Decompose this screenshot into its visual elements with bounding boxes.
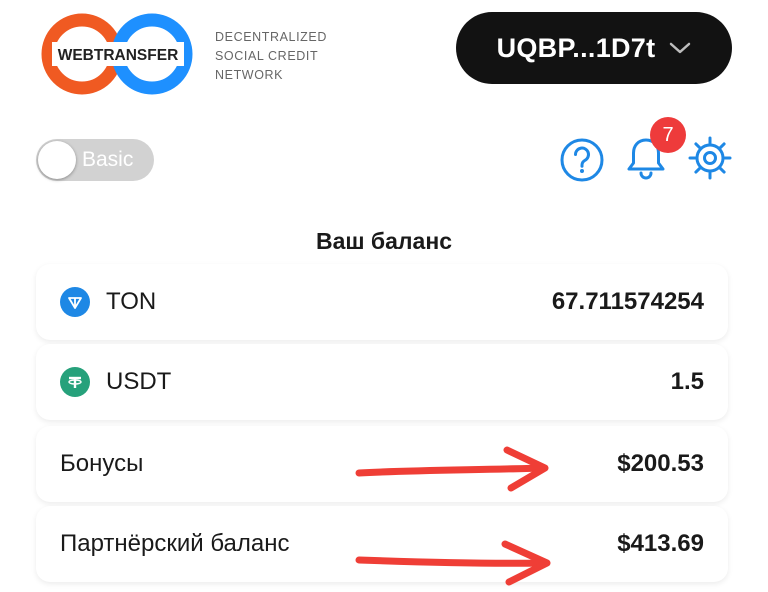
balance-row-ton[interactable]: TON 67.711574254 (36, 264, 728, 340)
tagline-line-2: SOCIAL CREDIT (215, 49, 319, 63)
balance-row-label: Бонусы (60, 450, 144, 477)
wallet-address: UQBP...1D7t (496, 32, 656, 63)
balance-title: Ваш баланс (315, 228, 453, 254)
mode-toggle[interactable]: Basic (36, 139, 154, 181)
logo-tagline: DECENTRALIZED SOCIAL CREDIT NETWORK (215, 28, 327, 85)
help-icon[interactable] (558, 136, 606, 184)
balance-row-label: Партнёрский баланс (60, 530, 290, 557)
balance-row-label: USDT (106, 368, 172, 395)
tagline-line-3: NETWORK (215, 68, 284, 82)
annotation-arrow-bonuses (355, 446, 549, 492)
mode-toggle-label: Basic (82, 148, 134, 171)
webtransfer-logo: WEBTRANSFER (41, 13, 193, 95)
balance-row-value: 67.711574254 (551, 288, 704, 315)
usdt-icon (60, 367, 90, 397)
chevron-down-icon (670, 42, 691, 54)
balance-row-value: $200.53 (617, 450, 704, 477)
balance-row-value: 1.5 (670, 368, 704, 395)
logo-text: WEBTRANSFER (58, 47, 179, 64)
wallet-address-button[interactable]: UQBP...1D7t (456, 12, 732, 84)
tagline-line-1: DECENTRALIZED (215, 30, 327, 44)
gear-icon[interactable] (686, 134, 734, 182)
notification-badge: 7 (650, 117, 686, 153)
balance-row-usdt[interactable]: USDT 1.5 (36, 344, 728, 420)
balance-row-label: TON (106, 288, 157, 315)
toggle-knob (38, 141, 76, 179)
annotation-arrow-partner (355, 540, 551, 586)
ton-icon (60, 287, 90, 317)
balance-row-value: $413.69 (617, 530, 704, 557)
